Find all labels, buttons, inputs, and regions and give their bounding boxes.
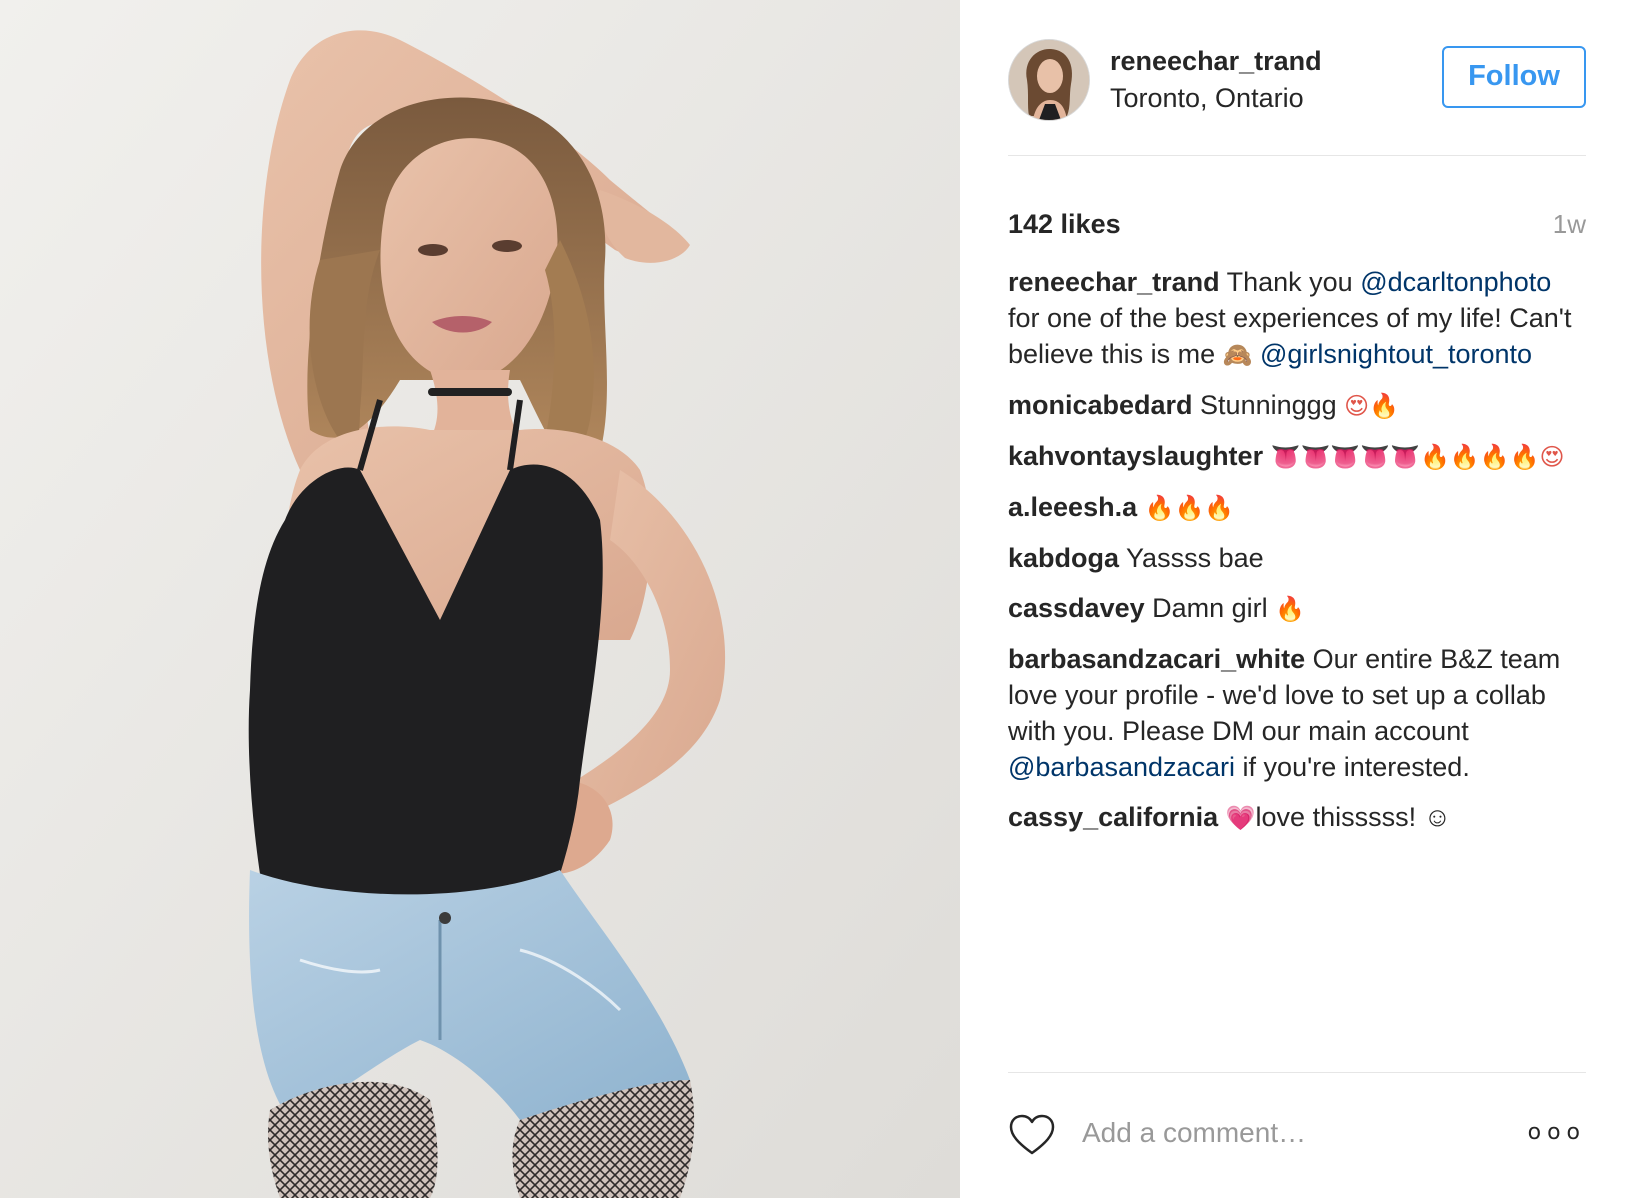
follow-button[interactable]: Follow bbox=[1442, 45, 1586, 108]
comment-text bbox=[1263, 441, 1271, 471]
post-photo-illustration bbox=[0, 0, 960, 1198]
likes-row: 142 likes 1w bbox=[1008, 156, 1586, 254]
post-header: reneechar_trand Toronto, Ontario Follow bbox=[1008, 0, 1586, 156]
comment-mention-link[interactable]: @dcarltonphoto bbox=[1360, 267, 1551, 297]
comment-author[interactable]: kabdoga bbox=[1008, 543, 1119, 573]
comment-author[interactable]: a.leeesh.a bbox=[1008, 492, 1137, 522]
comment-text: if you're interested. bbox=[1235, 752, 1470, 782]
comment-author[interactable]: cassy_california bbox=[1008, 802, 1218, 832]
comment-item: a.leeesh.a 🔥🔥🔥 bbox=[1008, 489, 1586, 526]
emoji-icon: 🔥 bbox=[1369, 392, 1400, 420]
comment-text: Damn girl bbox=[1144, 593, 1276, 623]
comment-item: kahvontayslaughter 👅👅👅👅👅🔥🔥🔥🔥😍 bbox=[1008, 438, 1586, 475]
post-side-panel: reneechar_trand Toronto, Ontario Follow … bbox=[960, 0, 1626, 1198]
comment-text: Stunninggg bbox=[1192, 390, 1345, 420]
post-owner: reneechar_trand Toronto, Ontario bbox=[1110, 46, 1442, 114]
comment-text: love thisssss! ☺ bbox=[1255, 802, 1452, 832]
post-timestamp[interactable]: 1w bbox=[1553, 209, 1586, 240]
emoji-icon: 💗 bbox=[1225, 804, 1256, 832]
avatar[interactable] bbox=[1008, 38, 1090, 121]
comment-item: kabdoga Yassss bae bbox=[1008, 540, 1586, 576]
instagram-post: reneechar_trand Toronto, Ontario Follow … bbox=[0, 0, 1626, 1198]
emoji-icon: 🔥🔥🔥 bbox=[1144, 494, 1235, 522]
emoji-icon: 🔥🔥🔥🔥 bbox=[1420, 443, 1540, 471]
comment-mention-link[interactable]: @barbasandzacari bbox=[1008, 752, 1235, 782]
add-comment-input[interactable] bbox=[1080, 1115, 1528, 1150]
post-photo[interactable] bbox=[0, 0, 960, 1198]
post-footer: ooo bbox=[1008, 1072, 1586, 1192]
comment-item: cassdavey Damn girl 🔥 bbox=[1008, 590, 1586, 627]
avatar-image bbox=[1009, 39, 1089, 120]
comment-item: cassy_california 💗love thisssss! ☺ bbox=[1008, 799, 1586, 836]
comment-text bbox=[1252, 339, 1260, 369]
comment-author[interactable]: cassdavey bbox=[1008, 593, 1145, 623]
emoji-icon: 🔥 bbox=[1275, 595, 1306, 623]
emoji-icon: 😍 bbox=[1539, 443, 1565, 471]
post-location[interactable]: Toronto, Ontario bbox=[1110, 83, 1442, 114]
comment-mention-link[interactable]: @girlsnightout_toronto bbox=[1260, 339, 1532, 369]
comment-author[interactable]: monicabedard bbox=[1008, 390, 1193, 420]
comment-author[interactable]: kahvontayslaughter bbox=[1008, 441, 1263, 471]
comment-author[interactable]: barbasandzacari_white bbox=[1008, 644, 1305, 674]
comment-text bbox=[1218, 802, 1226, 832]
comment-text: Yassss bae bbox=[1119, 543, 1264, 573]
comments-list: reneechar_trand Thank you @dcarltonphoto… bbox=[1008, 264, 1586, 836]
owner-username[interactable]: reneechar_trand bbox=[1110, 46, 1442, 77]
more-options-icon[interactable]: ooo bbox=[1528, 1120, 1586, 1145]
emoji-icon: 🙈 bbox=[1222, 341, 1253, 369]
comment-item: monicabedard Stunninggg 😍🔥 bbox=[1008, 387, 1586, 424]
comment-text bbox=[1137, 492, 1145, 522]
comment-author[interactable]: reneechar_trand bbox=[1008, 267, 1220, 297]
comment-item: reneechar_trand Thank you @dcarltonphoto… bbox=[1008, 264, 1586, 373]
comment-item: barbasandzacari_white Our entire B&Z tea… bbox=[1008, 641, 1586, 785]
comment-text: Thank you bbox=[1219, 267, 1361, 297]
emoji-icon: 😍 bbox=[1344, 392, 1370, 420]
likes-count[interactable]: 142 likes bbox=[1008, 209, 1121, 240]
heart-outline-icon[interactable] bbox=[1008, 1113, 1056, 1157]
emoji-icon: 👅👅👅👅👅 bbox=[1270, 443, 1421, 471]
